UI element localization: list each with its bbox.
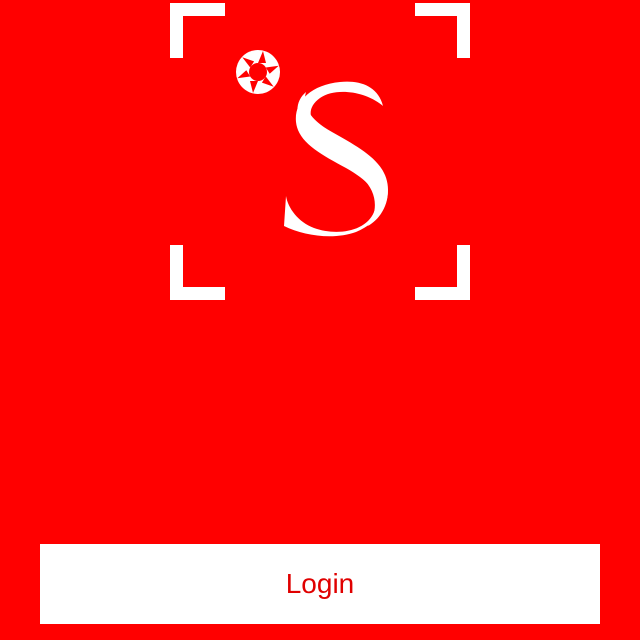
s-letter-icon — [284, 81, 388, 237]
viewfinder-corner-top-left-icon — [170, 3, 225, 58]
app-logo-icon — [236, 50, 388, 237]
viewfinder-corner-bottom-right-icon — [415, 245, 470, 300]
login-screen: Login — [0, 0, 640, 640]
viewfinder-corner-bottom-left-icon — [170, 245, 225, 300]
viewfinder-corner-top-right-icon — [415, 3, 470, 58]
login-button[interactable]: Login — [40, 544, 600, 624]
camera-shutter-icon — [236, 50, 280, 94]
